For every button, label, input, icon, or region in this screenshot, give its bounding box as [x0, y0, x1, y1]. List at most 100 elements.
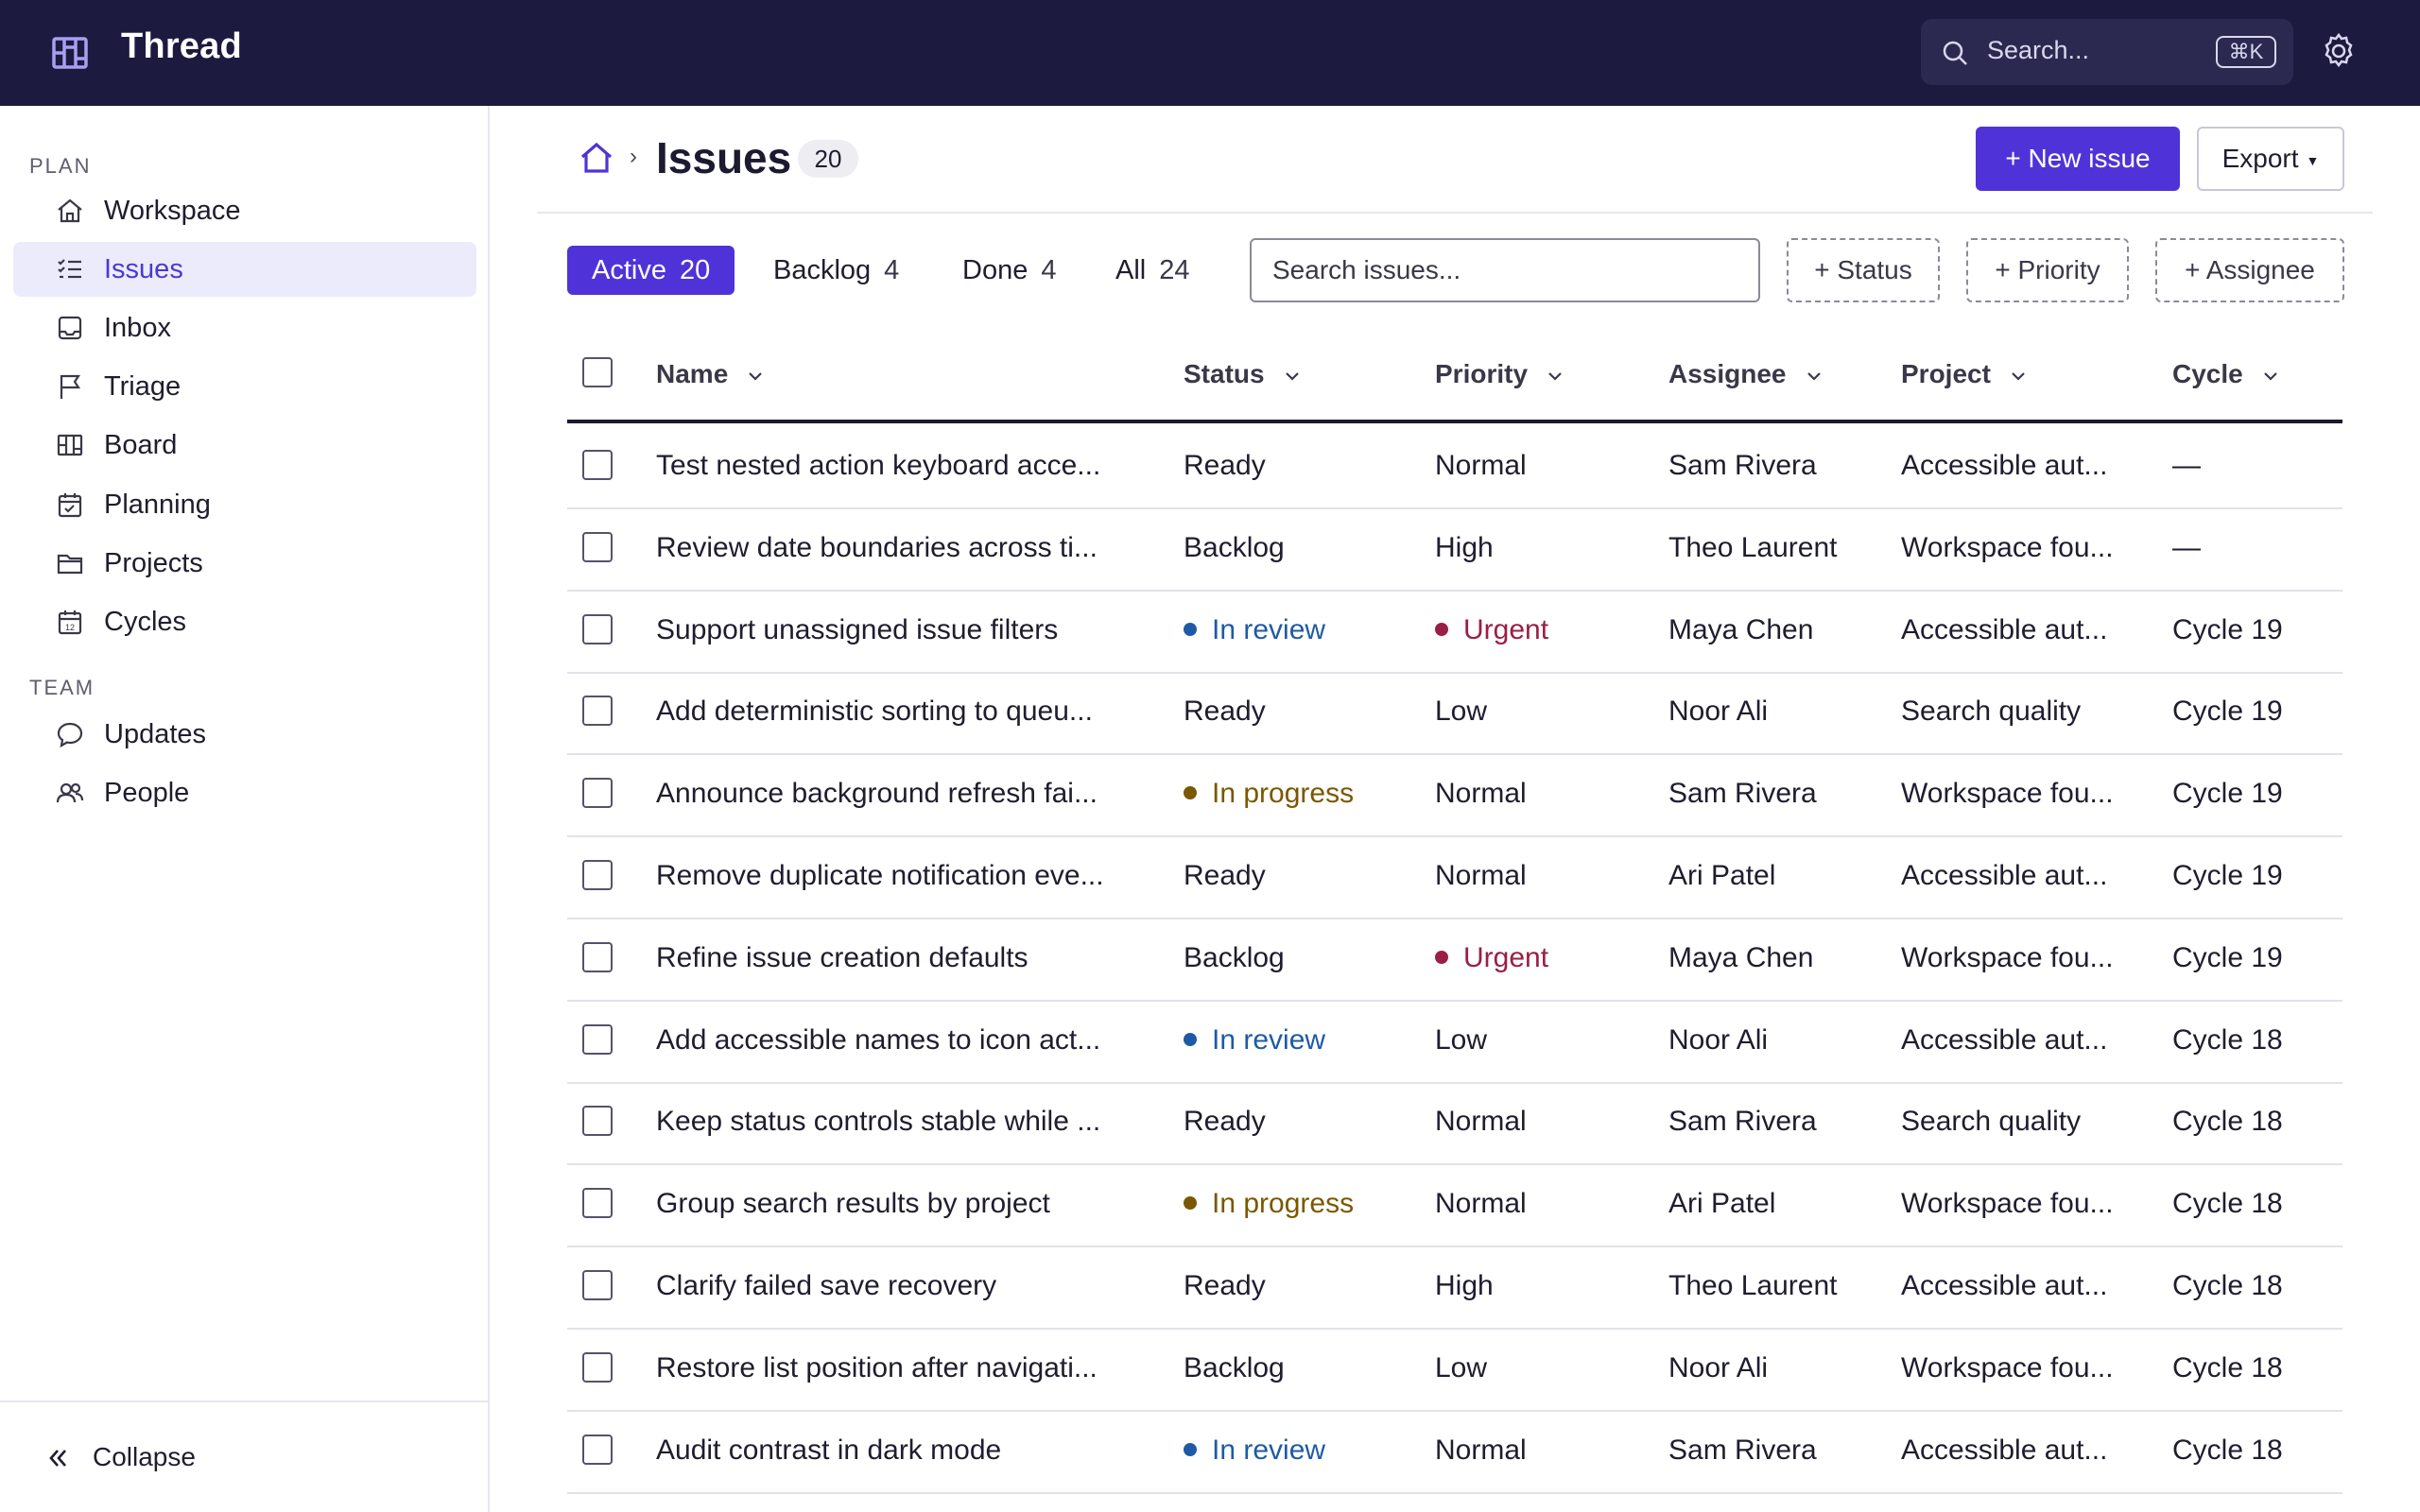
board-grid-icon — [52, 37, 88, 69]
tab-all[interactable]: All 24 — [1115, 246, 1190, 295]
issue-name[interactable]: Keep status controls stable while ... — [656, 1106, 1100, 1138]
chat-bubble-icon — [57, 722, 83, 748]
collapse-label: Collapse — [93, 1442, 196, 1471]
issue-name[interactable]: Group search results by project — [656, 1188, 1050, 1220]
gear-icon[interactable] — [2320, 32, 2358, 70]
issue-name[interactable]: Refine issue creation defaults — [656, 942, 1028, 974]
issue-status: In progress — [1184, 1188, 1354, 1220]
tab-done[interactable]: Done 4 — [962, 246, 1056, 295]
issue-status-text: Ready — [1184, 450, 1266, 481]
table-row[interactable]: Add deterministic sorting to queu... Read… — [567, 673, 2342, 756]
issue-name-text: Group search results by project — [656, 1188, 1050, 1220]
add-assignee-filter-button[interactable]: + Assignee — [2155, 238, 2344, 302]
row-checkbox[interactable] — [582, 860, 613, 890]
column-header-cycle[interactable]: Cycle — [2172, 359, 2281, 389]
issue-status: Ready — [1184, 1270, 1266, 1302]
issue-project: Workspace fou... — [1901, 942, 2114, 974]
sidebar-item-planning[interactable]: Planning — [13, 477, 476, 532]
sidebar-item-triage[interactable]: Triage — [13, 359, 476, 414]
row-checkbox[interactable] — [582, 1351, 613, 1383]
sidebar-item-people[interactable]: People — [13, 765, 476, 820]
table-row[interactable]: Remove duplicate notification eve... Read… — [567, 837, 2342, 919]
export-button[interactable]: Export ▼ — [2197, 127, 2344, 191]
issue-name[interactable]: Audit contrast in dark mode — [656, 1435, 1001, 1467]
table-row[interactable]: Review date boundaries across ti... Backl… — [567, 509, 2342, 592]
top-bar: Thread Search... ⌘K — [0, 0, 2420, 106]
issue-name[interactable]: Announce background refresh fai... — [656, 778, 1098, 810]
status-dot — [1184, 1032, 1197, 1046]
tab-backlog[interactable]: Backlog 4 — [773, 246, 899, 295]
chevron-down-icon — [2012, 371, 2025, 381]
column-header-priority[interactable]: Priority — [1435, 359, 1565, 389]
issue-project: Workspace fou... — [1901, 532, 2114, 564]
issue-name[interactable]: Add accessible names to icon act... — [656, 1024, 1100, 1057]
add-priority-filter-button[interactable]: + Priority — [1966, 238, 2129, 302]
issue-search-field[interactable] — [1250, 238, 1760, 302]
row-checkbox[interactable] — [582, 613, 613, 644]
new-issue-button[interactable]: + New issue — [1976, 127, 2180, 191]
column-header-label: Priority — [1435, 359, 1529, 388]
issue-search-input[interactable] — [1252, 240, 1758, 301]
issue-cycle: Cycle 19 — [2172, 942, 2283, 974]
column-header-name[interactable]: Name — [656, 359, 766, 389]
global-search-placeholder: Search... — [1987, 36, 2090, 64]
issue-name[interactable]: Remove duplicate notification eve... — [656, 860, 1104, 892]
row-checkbox[interactable] — [582, 1023, 613, 1055]
sidebar-item-issues[interactable]: Issues — [13, 242, 476, 297]
table-row[interactable]: Refine issue creation defaults Backlog Urg… — [567, 919, 2342, 1002]
issue-status-text: Backlog — [1184, 941, 1285, 973]
table-row[interactable]: Restore list position after navigati... B… — [567, 1330, 2342, 1412]
home-icon[interactable] — [579, 140, 614, 176]
table-row[interactable]: Announce background refresh fai... In pro… — [567, 755, 2342, 838]
column-header-project[interactable]: Project — [1901, 359, 2029, 389]
issue-name[interactable]: Test nested action keyboard acce... — [656, 450, 1100, 482]
table-row[interactable]: Group search results by project In progre… — [567, 1165, 2342, 1248]
row-checkbox[interactable] — [582, 450, 613, 480]
table-row[interactable]: Add accessible names to icon act... In re… — [567, 1002, 2342, 1084]
collapse-sidebar-button[interactable]: Collapse — [0, 1400, 488, 1512]
issue-priority: Normal — [1435, 778, 1527, 810]
tab-label: Active — [592, 255, 666, 285]
issue-name[interactable]: Clarify failed save recovery — [656, 1270, 996, 1302]
sidebar-item-inbox[interactable]: Inbox — [13, 301, 476, 355]
issue-project: Workspace fou... — [1901, 1188, 2114, 1220]
issue-priority: Low — [1435, 1024, 1487, 1057]
sidebar-item-workspace[interactable]: Workspace — [13, 183, 476, 238]
sidebar-item-label: Issues — [104, 254, 183, 284]
issue-name[interactable]: Review date boundaries across ti... — [656, 532, 1098, 564]
row-checkbox[interactable] — [582, 1434, 613, 1465]
row-checkbox[interactable] — [582, 531, 613, 562]
issue-assignee-text: Ari Patel — [1668, 860, 1776, 891]
table-row[interactable]: Audit contrast in dark mode In review Norm… — [567, 1412, 2342, 1494]
row-checkbox[interactable] — [582, 1270, 613, 1300]
issue-name[interactable]: Add deterministic sorting to queu... — [656, 696, 1093, 728]
table-row[interactable]: Support unassigned issue filters In revie… — [567, 592, 2342, 674]
row-checkbox[interactable] — [582, 778, 613, 809]
issue-name[interactable]: Restore list position after navigati... — [656, 1352, 1098, 1384]
column-header-status[interactable]: Status — [1184, 359, 1303, 389]
add-status-filter-button[interactable]: + Status — [1787, 238, 1940, 302]
sidebar-item-board[interactable]: Board — [13, 418, 476, 472]
row-checkbox[interactable] — [582, 1106, 613, 1137]
sidebar-item-projects[interactable]: Projects — [13, 536, 476, 591]
global-search[interactable]: Search... ⌘K — [1921, 19, 2293, 85]
issue-status-text: Ready — [1184, 696, 1266, 728]
column-header-label: Project — [1901, 359, 1991, 388]
table-row[interactable]: Test nested action keyboard acce... Ready… — [567, 427, 2342, 509]
issue-cycle-text: Cycle 18 — [2172, 1188, 2283, 1220]
select-all-checkbox[interactable] — [582, 357, 613, 387]
issue-project-text: Accessible aut... — [1901, 1023, 2108, 1056]
column-header-label: Name — [656, 359, 729, 388]
issue-cycle-text: Cycle 19 — [2172, 613, 2283, 645]
row-checkbox[interactable] — [582, 941, 613, 972]
column-header-assignee[interactable]: Assignee — [1668, 359, 1824, 389]
sidebar-item-cycles[interactable]: 12 Cycles — [13, 594, 476, 649]
issue-priority-text: Normal — [1435, 860, 1527, 891]
tab-active[interactable]: Active 20 — [567, 246, 735, 295]
table-row[interactable]: Clarify failed save recovery Ready High The… — [567, 1247, 2342, 1330]
table-row[interactable]: Keep status controls stable while ... Rea… — [567, 1083, 2342, 1166]
issue-name[interactable]: Support unassigned issue filters — [656, 614, 1058, 646]
row-checkbox[interactable] — [582, 1188, 613, 1219]
row-checkbox[interactable] — [582, 696, 613, 727]
sidebar-item-updates[interactable]: Updates — [13, 707, 476, 762]
